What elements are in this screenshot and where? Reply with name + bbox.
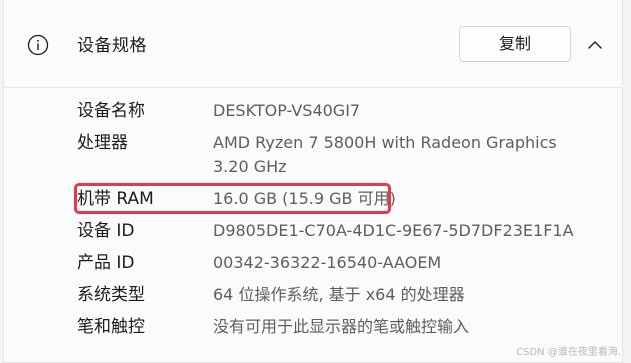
device-specs-card: 设备规格 复制 设备名称 DESKTOP-VS40GI7 处理器 AMD Ryz…: [3, 0, 623, 363]
spec-value[interactable]: D9805DE1-C70A-4D1C-9E67-5D7DF23E1F1A: [213, 219, 574, 243]
spec-value[interactable]: 64 位操作系统, 基于 x64 的处理器: [213, 283, 465, 307]
spec-label: 产品 ID: [77, 253, 135, 273]
device-specs-header[interactable]: 设备规格 复制: [4, 0, 622, 88]
spec-label: 设备名称: [77, 101, 145, 121]
spec-row-product-id: 产品 ID 00342-36322-16540-AAOEM: [4, 251, 622, 275]
spec-value[interactable]: DESKTOP-VS40GI7: [213, 99, 360, 123]
spec-row-processor: 处理器 AMD Ryzen 7 5800H with Radeon Graphi…: [4, 131, 622, 179]
spec-label: 处理器: [77, 133, 128, 153]
spec-row-ram: 机带 RAM 16.0 GB (15.9 GB 可用): [4, 187, 622, 211]
spec-label: 机带 RAM: [77, 189, 154, 209]
spec-value[interactable]: 16.0 GB (15.9 GB 可用): [213, 187, 396, 211]
spec-label: 系统类型: [77, 285, 145, 305]
spec-row-device-name: 设备名称 DESKTOP-VS40GI7: [4, 99, 622, 123]
watermark: CSDN @谁在夜里看海.: [516, 347, 621, 358]
spec-value-line2: 3.20 GHz: [213, 157, 287, 176]
copy-button[interactable]: 复制: [459, 26, 571, 62]
spec-value-line1: AMD Ryzen 7 5800H with Radeon Graphics: [213, 133, 557, 152]
spec-row-pen-touch: 笔和触控 没有可用于此显示器的笔或触控输入: [4, 315, 622, 339]
info-icon: [27, 34, 49, 56]
section-title: 设备规格: [77, 36, 147, 56]
spec-value[interactable]: 00342-36322-16540-AAOEM: [213, 251, 441, 275]
spec-label: 笔和触控: [77, 317, 145, 337]
spec-row-system-type: 系统类型 64 位操作系统, 基于 x64 的处理器: [4, 283, 622, 307]
chevron-up-icon[interactable]: [587, 37, 603, 51]
spec-row-device-id: 设备 ID D9805DE1-C70A-4D1C-9E67-5D7DF23E1F…: [4, 219, 622, 243]
spec-value[interactable]: 没有可用于此显示器的笔或触控输入: [213, 315, 469, 339]
spec-label: 设备 ID: [77, 221, 135, 241]
spec-value[interactable]: AMD Ryzen 7 5800H with Radeon Graphics 3…: [213, 131, 557, 179]
